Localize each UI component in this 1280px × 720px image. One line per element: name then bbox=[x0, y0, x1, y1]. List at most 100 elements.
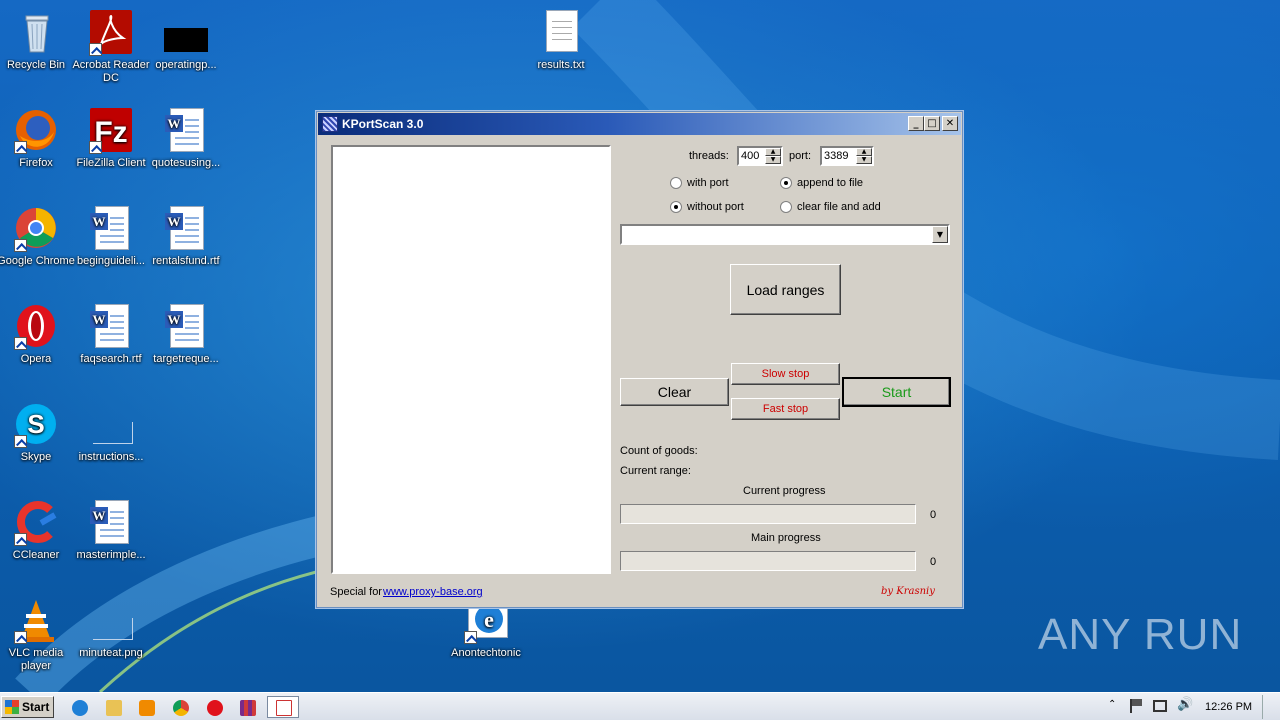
shortcut-arrow-icon bbox=[14, 631, 27, 644]
shortcut-arrow-icon bbox=[14, 533, 27, 546]
window-titlebar[interactable]: KPortScan 3.0 _ □ ✕ bbox=[318, 113, 961, 135]
winrar-icon bbox=[240, 700, 256, 716]
current-range-label: Current range: bbox=[620, 465, 691, 477]
threads-label: threads: bbox=[689, 150, 729, 162]
filezilla-desktop-icon[interactable]: Fz FileZilla Client bbox=[71, 106, 151, 170]
start-button[interactable]: Start bbox=[842, 377, 951, 407]
blank-file-icon bbox=[93, 422, 133, 444]
with-port-label: with port bbox=[687, 177, 729, 189]
masterimple-label: masterimple... bbox=[76, 549, 146, 561]
slow-stop-button[interactable]: Slow stop bbox=[731, 363, 840, 385]
anyrun-watermark: ANY RUN bbox=[1038, 610, 1243, 659]
taskbar-explorer-button[interactable] bbox=[100, 696, 126, 718]
main-progress-value: 0 bbox=[930, 556, 937, 568]
chrome-label: Google Chrome bbox=[0, 255, 75, 267]
taskbar-kportscan-button[interactable] bbox=[267, 696, 299, 718]
special-for-label: Special for bbox=[330, 586, 382, 598]
maximize-button[interactable]: □ bbox=[924, 116, 940, 131]
fast-stop-button[interactable]: Fast stop bbox=[731, 398, 840, 420]
recycle-bin-label: Recycle Bin bbox=[6, 59, 66, 71]
network-icon[interactable] bbox=[1153, 700, 1167, 712]
taskbar-opera-button[interactable] bbox=[201, 696, 227, 718]
acrobat-desktop-icon[interactable]: Acrobat Reader DC bbox=[71, 8, 151, 85]
recycle-bin-desktop-icon[interactable]: Recycle Bin bbox=[0, 8, 76, 72]
taskbar-ie-button[interactable] bbox=[66, 696, 92, 718]
flag-icon[interactable] bbox=[1130, 699, 1144, 713]
faqsearch-label: faqsearch.rtf bbox=[80, 353, 142, 365]
results-desktop-icon[interactable]: results.txt bbox=[521, 8, 601, 72]
minuteat-desktop-icon[interactable]: minuteat.png bbox=[71, 596, 151, 660]
volume-icon[interactable]: 🔊 bbox=[1177, 697, 1193, 712]
beginguide-label: beginguideli... bbox=[77, 255, 145, 267]
show-desktop-button[interactable] bbox=[1262, 695, 1278, 719]
clear-file-radio[interactable] bbox=[780, 201, 792, 213]
port-up-arrow-icon[interactable]: ▲ bbox=[856, 148, 872, 156]
beginguide-desktop-icon[interactable]: W beginguideli... bbox=[71, 204, 151, 268]
clock[interactable]: 12:26 PM bbox=[1205, 701, 1252, 713]
folder-icon bbox=[106, 700, 122, 716]
anontech-label: Anontechtonic bbox=[451, 647, 521, 659]
current-progress-bar bbox=[620, 504, 916, 524]
shortcut-arrow-icon bbox=[14, 141, 27, 154]
clear-button[interactable]: Clear bbox=[620, 378, 729, 406]
word-document-icon: W bbox=[165, 304, 204, 348]
ccleaner-desktop-icon[interactable]: CCleaner bbox=[0, 498, 76, 562]
rentalsfund-desktop-icon[interactable]: W rentalsfund.rtf bbox=[146, 204, 226, 268]
quotesusing-desktop-icon[interactable]: W quotesusing... bbox=[146, 106, 226, 170]
proxy-base-link[interactable]: www.proxy-base.org bbox=[383, 586, 483, 598]
word-document-icon: W bbox=[90, 304, 129, 348]
without-port-radio[interactable] bbox=[670, 201, 682, 213]
with-port-radio[interactable] bbox=[670, 177, 682, 189]
operatingp-label: operatingp... bbox=[155, 59, 217, 71]
main-progress-label: Main progress bbox=[751, 532, 821, 544]
skype-label: Skype bbox=[20, 451, 52, 463]
chrome-icon bbox=[173, 700, 189, 716]
tray-expand-icon[interactable]: ⌃ bbox=[1108, 699, 1116, 710]
port-spinner[interactable]: 3389 ▲ ▼ bbox=[820, 146, 874, 166]
taskbar: Start ⌃ 🔊 12:26 PM bbox=[0, 692, 1280, 720]
chrome-desktop-icon[interactable]: Google Chrome bbox=[0, 204, 76, 268]
append-to-file-radio[interactable] bbox=[780, 177, 792, 189]
black-thumbnail-icon bbox=[164, 28, 208, 52]
shortcut-arrow-icon bbox=[89, 43, 102, 56]
close-button[interactable]: ✕ bbox=[942, 116, 958, 131]
main-progress-bar bbox=[620, 551, 916, 571]
port-down-arrow-icon[interactable]: ▼ bbox=[856, 156, 872, 164]
opera-desktop-icon[interactable]: Opera bbox=[0, 302, 76, 366]
chevron-down-icon[interactable]: ▼ bbox=[932, 226, 948, 243]
load-ranges-button[interactable]: Load ranges bbox=[730, 264, 841, 315]
skype-desktop-icon[interactable]: S Skype bbox=[0, 400, 76, 464]
masterimple-desktop-icon[interactable]: W masterimple... bbox=[71, 498, 151, 562]
taskbar-chrome-button[interactable] bbox=[167, 696, 193, 718]
kportscan-icon bbox=[276, 700, 292, 716]
faqsearch-desktop-icon[interactable]: W faqsearch.rtf bbox=[71, 302, 151, 366]
instructions-label: instructions... bbox=[78, 451, 144, 463]
quotesusing-label: quotesusing... bbox=[151, 157, 221, 169]
targetreque-label: targetreque... bbox=[153, 353, 219, 365]
operatingp-desktop-icon[interactable]: operatingp... bbox=[146, 8, 226, 72]
threads-up-arrow-icon[interactable]: ▲ bbox=[765, 148, 781, 156]
targetreque-desktop-icon[interactable]: W targetreque... bbox=[146, 302, 226, 366]
vlc-desktop-icon[interactable]: VLC media player bbox=[0, 596, 76, 673]
port-label: port: bbox=[789, 150, 812, 162]
firefox-desktop-icon[interactable]: Firefox bbox=[0, 106, 76, 170]
taskbar-winrar-button[interactable] bbox=[234, 696, 260, 718]
ccleaner-label: CCleaner bbox=[12, 549, 60, 561]
blank-file-icon bbox=[93, 618, 133, 640]
instructions-desktop-icon[interactable]: instructions... bbox=[71, 400, 151, 464]
threads-down-arrow-icon[interactable]: ▼ bbox=[765, 156, 781, 164]
range-combobox[interactable]: ▼ bbox=[620, 224, 950, 245]
clear-file-label: clear file and add bbox=[797, 201, 881, 213]
minuteat-label: minuteat.png bbox=[79, 647, 143, 659]
media-player-icon bbox=[139, 700, 155, 716]
taskbar-media-button[interactable] bbox=[133, 696, 159, 718]
results-listbox[interactable] bbox=[331, 145, 611, 574]
threads-spinner[interactable]: 400 ▲ ▼ bbox=[737, 146, 783, 166]
start-button-taskbar[interactable]: Start bbox=[1, 696, 54, 718]
minimize-button[interactable]: _ bbox=[908, 116, 924, 131]
shortcut-arrow-icon bbox=[14, 239, 27, 252]
author-signature: by Krasniy bbox=[881, 586, 935, 597]
shortcut-arrow-icon bbox=[14, 435, 27, 448]
port-value: 3389 bbox=[824, 150, 849, 162]
shortcut-arrow-icon bbox=[89, 141, 102, 154]
